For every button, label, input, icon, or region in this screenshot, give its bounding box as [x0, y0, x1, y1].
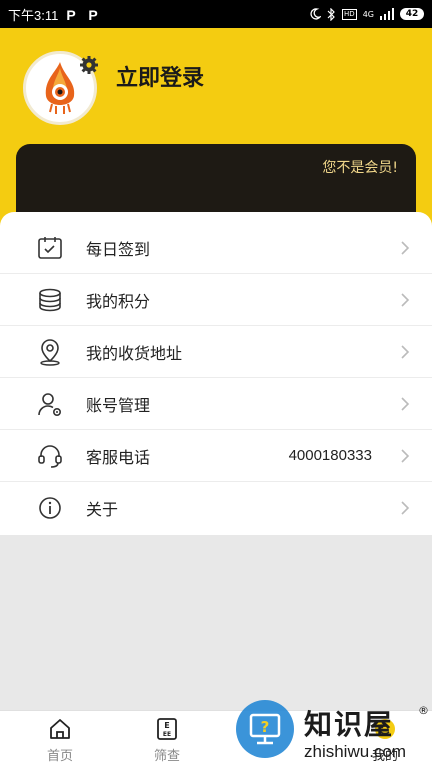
battery-icon: 42: [400, 8, 424, 20]
info-icon: [36, 494, 64, 522]
menu-item-label: 客服电话: [86, 447, 151, 467]
member-status-text: 您不是会员!: [322, 160, 398, 176]
menu-item-account[interactable]: 账号管理: [0, 378, 432, 430]
watermark-url: zhishiwu.com: [304, 742, 407, 761]
menu-item-label: 每日签到: [86, 239, 151, 259]
watermark-registered: ®: [418, 704, 429, 717]
tab-label: 首页: [46, 749, 73, 764]
menu-item-label: 关于: [86, 500, 119, 519]
menu-item-label: 我的收货地址: [86, 343, 183, 363]
login-button[interactable]: 立即登录: [116, 60, 204, 92]
moon-icon: [310, 8, 322, 20]
settings-gear-icon[interactable]: [79, 55, 99, 75]
member-card[interactable]: [16, 144, 416, 214]
svg-text:E: E: [164, 721, 169, 730]
bluetooth-icon: [327, 7, 335, 21]
menu-item-about[interactable]: 关于: [0, 482, 432, 534]
chevron-right-icon: [401, 396, 410, 411]
menu-item-my-points[interactable]: 我的积分: [0, 274, 432, 326]
menu-list: 每日签到 我的积分 我的收货地址 账号管理 客服电话 4000180333 关于: [0, 212, 432, 535]
status-bar: 下午3:11 P P HD 4G 42: [0, 0, 432, 28]
user-gear-icon: [36, 390, 64, 418]
menu-item-address[interactable]: 我的收货地址: [0, 326, 432, 378]
svg-text:EE: EE: [163, 731, 171, 738]
watermark-title: 知识屋: [304, 708, 395, 741]
headset-icon: [36, 442, 64, 470]
home-icon: [50, 719, 70, 739]
coin-stack-icon: [36, 286, 64, 314]
menu-item-label: 账号管理: [86, 395, 151, 415]
hd-badge: HD: [342, 8, 357, 20]
signal-icon: [380, 8, 394, 20]
app-p-icon: P: [88, 7, 98, 23]
status-indicators: HD 4G 42: [309, 7, 424, 21]
eye-chart-icon: EEE: [157, 718, 177, 740]
monitor-question-icon: ?: [249, 713, 281, 745]
chevron-right-icon: [401, 240, 410, 255]
menu-item-service-phone[interactable]: 客服电话 4000180333: [0, 430, 432, 482]
chevron-right-icon: [401, 344, 410, 359]
calendar-check-icon: [36, 234, 64, 262]
chevron-right-icon: [401, 292, 410, 307]
menu-item-label: 我的积分: [86, 291, 151, 311]
watermark-logo: ?: [236, 700, 294, 758]
tab-label: 筛查: [153, 749, 180, 764]
watermark-mark: ?: [261, 718, 270, 736]
location-pin-icon: [36, 338, 64, 366]
tab-home[interactable]: 首页: [20, 711, 100, 768]
service-phone-number: 4000180333: [288, 447, 372, 464]
chevron-right-icon: [401, 448, 410, 463]
app-p-icon: P: [66, 7, 76, 23]
menu-item-daily-checkin[interactable]: 每日签到: [0, 222, 432, 274]
status-time: 下午3:11: [8, 7, 59, 23]
chevron-right-icon: [401, 501, 410, 515]
tab-screening[interactable]: E EE 筛查: [127, 711, 207, 768]
network-label: 4G: [362, 9, 374, 19]
